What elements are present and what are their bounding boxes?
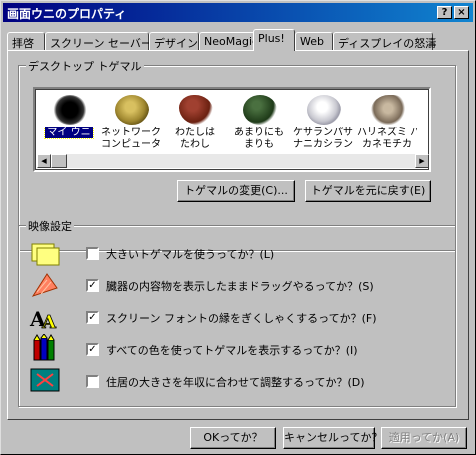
scroll-thumb[interactable] — [51, 154, 67, 168]
option-label: すべての色を使ってトゲマルを表示するってか？(I) — [106, 344, 358, 357]
item-label: あまりにも まりも — [234, 127, 284, 150]
tab-neomagic[interactable]: NeoMagic — [199, 32, 258, 50]
tab-design[interactable]: デザイン — [149, 32, 199, 50]
tab-greeting[interactable]: 拝啓 — [7, 32, 45, 50]
list-item[interactable]: マイ ウニ — [39, 91, 99, 155]
monitor-stretch-icon — [30, 368, 60, 392]
change-icon-button[interactable]: トゲマルの変更(C)... — [177, 180, 295, 202]
restore-icon-button[interactable]: トゲマルを元に戻す(E) — [305, 180, 431, 202]
desktop-icon-list[interactable]: マイ ウニ ネットワーク ウニ コンピュータ わたしは たわし あまりにも まり… — [33, 87, 431, 172]
list-item[interactable]: ハリネズミ ハ カネモチカ — [357, 91, 417, 155]
option-drag-contents: ✓ 臓器の内容物を表示したままドラッグやるってか？(S) — [29, 270, 459, 300]
item-label: ネットワーク ウニ コンピュータ — [101, 127, 161, 150]
group-legend: 映像設定 — [26, 218, 74, 234]
marimo-icon — [243, 95, 277, 125]
drag-contents-checkbox[interactable]: ✓ — [86, 279, 99, 292]
all-colors-checkbox[interactable]: ✓ — [86, 343, 99, 356]
option-label: スクリーン フォントの縁をぎくしゃくするってか？(F) — [106, 312, 377, 325]
option-font-smoothing: A A ✓ スクリーン フォントの縁をぎくしゃくするってか？(F) — [29, 302, 459, 332]
icon-items: マイ ウニ ネットワーク ウニ コンピュータ わたしは たわし あまりにも まり… — [37, 91, 429, 155]
apply-button[interactable]: 適用ってか(A) — [381, 427, 467, 449]
title-bar[interactable]: 画面ウニのプロパティ ? × — [3, 3, 473, 22]
tab-display[interactable]: ディスプレイの怒濤 — [333, 32, 436, 50]
help-button[interactable]: ? — [437, 6, 452, 19]
scroll-left-icon[interactable]: ◀ — [37, 154, 51, 168]
tab-web[interactable]: Web — [295, 32, 333, 50]
item-label: ケサランパサラン ナニカシラン？ — [293, 127, 353, 150]
tab-plus[interactable]: Plus! — [253, 29, 295, 51]
hedgehog-icon — [371, 95, 405, 125]
stretch-checkbox[interactable] — [86, 375, 99, 388]
list-item[interactable]: ケサランパサラン ナニカシラン？ — [293, 91, 353, 155]
list-item[interactable]: ネットワーク ウニ コンピュータ — [101, 91, 161, 155]
item-label: マイ ウニ — [44, 127, 94, 139]
tab-screensaver[interactable]: スクリーン セーバー — [45, 32, 152, 50]
properties-dialog: 画面ウニのプロパティ ? × 拝啓 スクリーン セーバー デザイン NeoMag… — [0, 0, 476, 455]
sponge-icon — [115, 95, 149, 125]
drag-window-icon — [31, 273, 58, 297]
sea-urchin-icon — [53, 95, 87, 125]
desktop-icon-group: デスクトップ トゲマル マイ ウニ ネットワーク ウニ コンピュータ わたしは … — [18, 58, 456, 251]
font-smoothing-icon: A A — [29, 307, 57, 332]
font-smoothing-checkbox[interactable]: ✓ — [86, 311, 99, 324]
cancel-button[interactable]: キャンセルってか？ — [283, 427, 382, 449]
large-icons-checkbox[interactable] — [86, 247, 99, 260]
ok-button[interactable]: OKってか？ — [190, 427, 276, 449]
crayons-icon — [33, 334, 55, 361]
tab-panel: デスクトップ トゲマル マイ ウニ ネットワーク ウニ コンピュータ わたしは … — [7, 50, 469, 420]
fluff-ball-icon — [307, 95, 341, 125]
item-label: ハリネズミ ハ カネモチカ — [357, 127, 417, 150]
option-label: 住居の大きさを年収に合わせて調整するってか？(D) — [106, 376, 365, 389]
list-item[interactable]: あまりにも まりも — [229, 91, 289, 155]
option-all-colors: ✓ すべての色を使ってトゲマルを表示するってか？(I) — [29, 334, 459, 364]
video-settings-group: 映像設定 大きいトゲマルを使うってか？(L) ✓ 臓器の内容物を表示したままドラ… — [18, 218, 459, 407]
scrub-brush-icon — [179, 95, 213, 125]
scroll-right-icon[interactable]: ▶ — [415, 154, 429, 168]
option-label: 大きいトゲマルを使うってか？(L) — [106, 248, 275, 261]
option-stretch: 住居の大きさを年収に合わせて調整するってか？(D) — [29, 366, 459, 396]
horizontal-scrollbar[interactable]: ◀ ▶ — [37, 154, 429, 168]
window-title: 画面ウニのプロパティ — [7, 7, 127, 21]
item-label: わたしは たわし — [175, 127, 215, 150]
option-large-icons: 大きいトゲマルを使うってか？(L) — [29, 238, 459, 268]
svg-text:A: A — [41, 312, 57, 332]
list-item[interactable]: わたしは たわし — [165, 91, 225, 155]
group-legend: デスクトップ トゲマル — [26, 58, 144, 74]
option-label: 臓器の内容物を表示したままドラッグやるってか？(S) — [106, 280, 374, 293]
folder-icon — [31, 243, 60, 266]
close-button[interactable]: × — [454, 6, 469, 19]
